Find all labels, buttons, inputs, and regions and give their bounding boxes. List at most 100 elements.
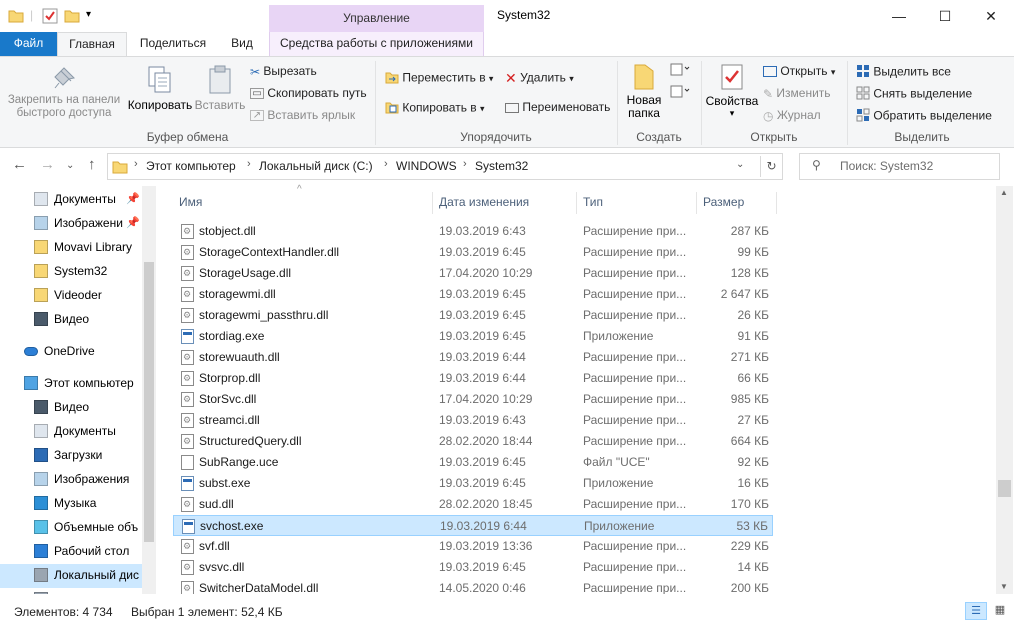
copy-to-button[interactable]: Копировать в ▾: [385, 100, 485, 117]
file-list-scrollbar[interactable]: ▲ ▼: [996, 186, 1013, 594]
invert-selection-button[interactable]: Обратить выделение: [856, 108, 992, 125]
paste-shortcut-button[interactable]: ↗ Вставить ярлык: [250, 108, 355, 122]
large-icons-view-icon[interactable]: ▦: [990, 602, 1010, 620]
nav-item[interactable]: Изображения: [0, 468, 142, 492]
forward-arrow-icon[interactable]: →: [40, 156, 55, 173]
nav-item[interactable]: Видео: [0, 396, 142, 420]
table-row[interactable]: Storprop.dll 19.03.2019 6:44 Расширение пр…: [173, 368, 773, 389]
nav-item[interactable]: Movavi Library: [0, 236, 142, 260]
nav-item[interactable]: Загрузки: [0, 444, 142, 468]
tab-view[interactable]: Вид: [220, 32, 264, 56]
nav-item[interactable]: Музыка: [0, 492, 142, 516]
paste-button[interactable]: Вставить: [194, 59, 246, 129]
table-row[interactable]: svf.dll 19.03.2019 13:36 Расширение при...…: [173, 536, 773, 557]
refresh-icon[interactable]: ↻: [760, 156, 782, 177]
recent-locations-icon[interactable]: ⌄: [66, 160, 74, 171]
open-icon: [763, 66, 777, 78]
new-folder-button[interactable]: Новая папка: [622, 59, 666, 129]
back-arrow-icon[interactable]: ←: [12, 156, 27, 173]
tab-share[interactable]: Поделиться: [131, 32, 215, 56]
close-button[interactable]: ✕: [968, 0, 1014, 32]
chevron-right-icon[interactable]: ›: [384, 158, 388, 170]
breadcrumb-windows[interactable]: WINDOWS: [396, 159, 457, 173]
edit-button[interactable]: ✎ Изменить: [763, 86, 831, 101]
chevron-right-icon[interactable]: ›: [247, 158, 251, 170]
file-list: stobject.dll 19.03.2019 6:43 Расширение пр…: [173, 205, 993, 594]
copy-button[interactable]: Копировать: [127, 59, 193, 129]
table-row[interactable]: StorageContextHandler.dll 19.03.2019 6:45…: [173, 242, 773, 263]
nav-item[interactable]: Локальный дис: [0, 564, 142, 588]
properties-icon[interactable]: [42, 8, 58, 26]
table-row[interactable]: stordiag.exe 19.03.2019 6:45 Приложение 91 …: [173, 326, 773, 347]
nav-item-label: OneDrive: [44, 344, 95, 358]
nav-item[interactable]: Videoder: [0, 284, 142, 308]
table-row-partial[interactable]: [173, 205, 773, 214]
nav-item[interactable]: Документы 📌: [0, 188, 142, 212]
nav-item[interactable]: Этот компьютер: [0, 372, 142, 396]
breadcrumb-this-pc[interactable]: Этот компьютер: [146, 159, 236, 173]
nav-item[interactable]: Видео: [0, 308, 142, 332]
file-list-scrollbar-thumb[interactable]: [998, 480, 1011, 497]
select-all-button[interactable]: Выделить все: [856, 64, 951, 81]
tab-app-tools[interactable]: Средства работы с приложениями: [269, 32, 484, 56]
table-row[interactable]: storagewmi.dll 19.03.2019 6:45 Расширение …: [173, 284, 773, 305]
delete-button[interactable]: ✕ Удалить ▾: [505, 70, 574, 87]
nav-item[interactable]: Рабочий стол: [0, 540, 142, 564]
chevron-right-icon[interactable]: ›: [463, 158, 467, 170]
application-file-icon: [181, 329, 194, 344]
table-row[interactable]: svsvc.dll 19.03.2019 6:45 Расширение при..…: [173, 557, 773, 578]
nav-item[interactable]: Acer (D:): [0, 588, 142, 594]
new-item-icon[interactable]: [670, 63, 690, 80]
history-button[interactable]: ◷ Журнал: [763, 108, 821, 123]
table-row[interactable]: subst.exe 19.03.2019 6:45 Приложение 16 КБ: [173, 473, 773, 494]
rename-button[interactable]: Переименовать: [505, 100, 610, 114]
properties-button[interactable]: Свойства ▾: [704, 59, 760, 129]
group-new-label: Создать: [636, 130, 682, 144]
nav-item[interactable]: Документы: [0, 420, 142, 444]
tab-file[interactable]: Файл: [0, 32, 57, 56]
table-row[interactable]: SubRange.uce 19.03.2019 6:45 Файл "UCE" 92 …: [173, 452, 773, 473]
chevron-right-icon[interactable]: ›: [134, 158, 138, 170]
folder-icon[interactable]: [8, 8, 24, 26]
breadcrumb-system32[interactable]: System32: [475, 159, 528, 173]
table-row[interactable]: StorSvc.dll 17.04.2020 10:29 Расширение пр…: [173, 389, 773, 410]
table-row[interactable]: stobject.dll 19.03.2019 6:43 Расширение пр…: [173, 221, 773, 242]
move-to-button[interactable]: Переместить в ▾: [385, 70, 493, 87]
dll-file-icon: [181, 560, 194, 575]
details-view-icon[interactable]: ☰: [965, 602, 987, 620]
address-bar[interactable]: › Этот компьютер › Локальный диск (C:) ›…: [107, 153, 783, 180]
nav-item[interactable]: System32: [0, 260, 142, 284]
file-date: 19.03.2019 6:45: [439, 308, 526, 322]
table-row[interactable]: sud.dll 28.02.2020 18:45 Расширение при...…: [173, 494, 773, 515]
table-row[interactable]: storagewmi_passthru.dll 19.03.2019 6:45 Ра…: [173, 305, 773, 326]
nav-item[interactable]: Изображени 📌: [0, 212, 142, 236]
qat-dropdown-icon[interactable]: ▾: [86, 9, 91, 27]
table-row[interactable]: storewuauth.dll 19.03.2019 6:44 Расширение…: [173, 347, 773, 368]
search-box[interactable]: ⚲ Поиск: System32: [799, 153, 1000, 180]
nav-scrollbar-thumb[interactable]: [144, 262, 154, 542]
scroll-down-icon[interactable]: ▼: [1000, 582, 1008, 591]
nav-item[interactable]: Объемные объ: [0, 516, 142, 540]
open-button[interactable]: Открыть ▾: [763, 64, 835, 78]
easy-access-icon[interactable]: [670, 85, 690, 102]
up-arrow-icon[interactable]: ↑: [88, 156, 96, 173]
breadcrumb-local-disk[interactable]: Локальный диск (C:): [259, 159, 373, 173]
address-dropdown-icon[interactable]: ⌄: [736, 159, 744, 170]
table-row[interactable]: svchost.exe 19.03.2019 6:44 Приложение 53 К…: [173, 515, 773, 536]
table-row[interactable]: streamci.dll 19.03.2019 6:43 Расширение пр…: [173, 410, 773, 431]
maximize-button[interactable]: ☐: [922, 0, 968, 32]
table-row[interactable]: SwitcherDataModel.dll 14.05.2020 0:46 Расш…: [173, 578, 773, 594]
pin-quick-access-button[interactable]: Закрепить на панели быстрого доступа: [4, 59, 124, 129]
new-folder-icon[interactable]: [64, 8, 80, 26]
select-none-button[interactable]: Снять выделение: [856, 86, 972, 103]
cut-button[interactable]: ✂ Вырезать: [250, 64, 317, 79]
table-row[interactable]: StructuredQuery.dll 28.02.2020 18:44 Расши…: [173, 431, 773, 452]
scroll-up-icon[interactable]: ▲: [1000, 188, 1008, 197]
table-row[interactable]: StorageUsage.dll 17.04.2020 10:29 Расширен…: [173, 263, 773, 284]
tab-home[interactable]: Главная: [57, 32, 127, 57]
copy-path-button[interactable]: ▭ Скопировать путь: [250, 86, 367, 100]
paste-icon: [207, 65, 233, 98]
dll-file-icon: [181, 266, 194, 281]
minimize-button[interactable]: —: [876, 0, 922, 32]
nav-item[interactable]: OneDrive: [0, 340, 142, 364]
